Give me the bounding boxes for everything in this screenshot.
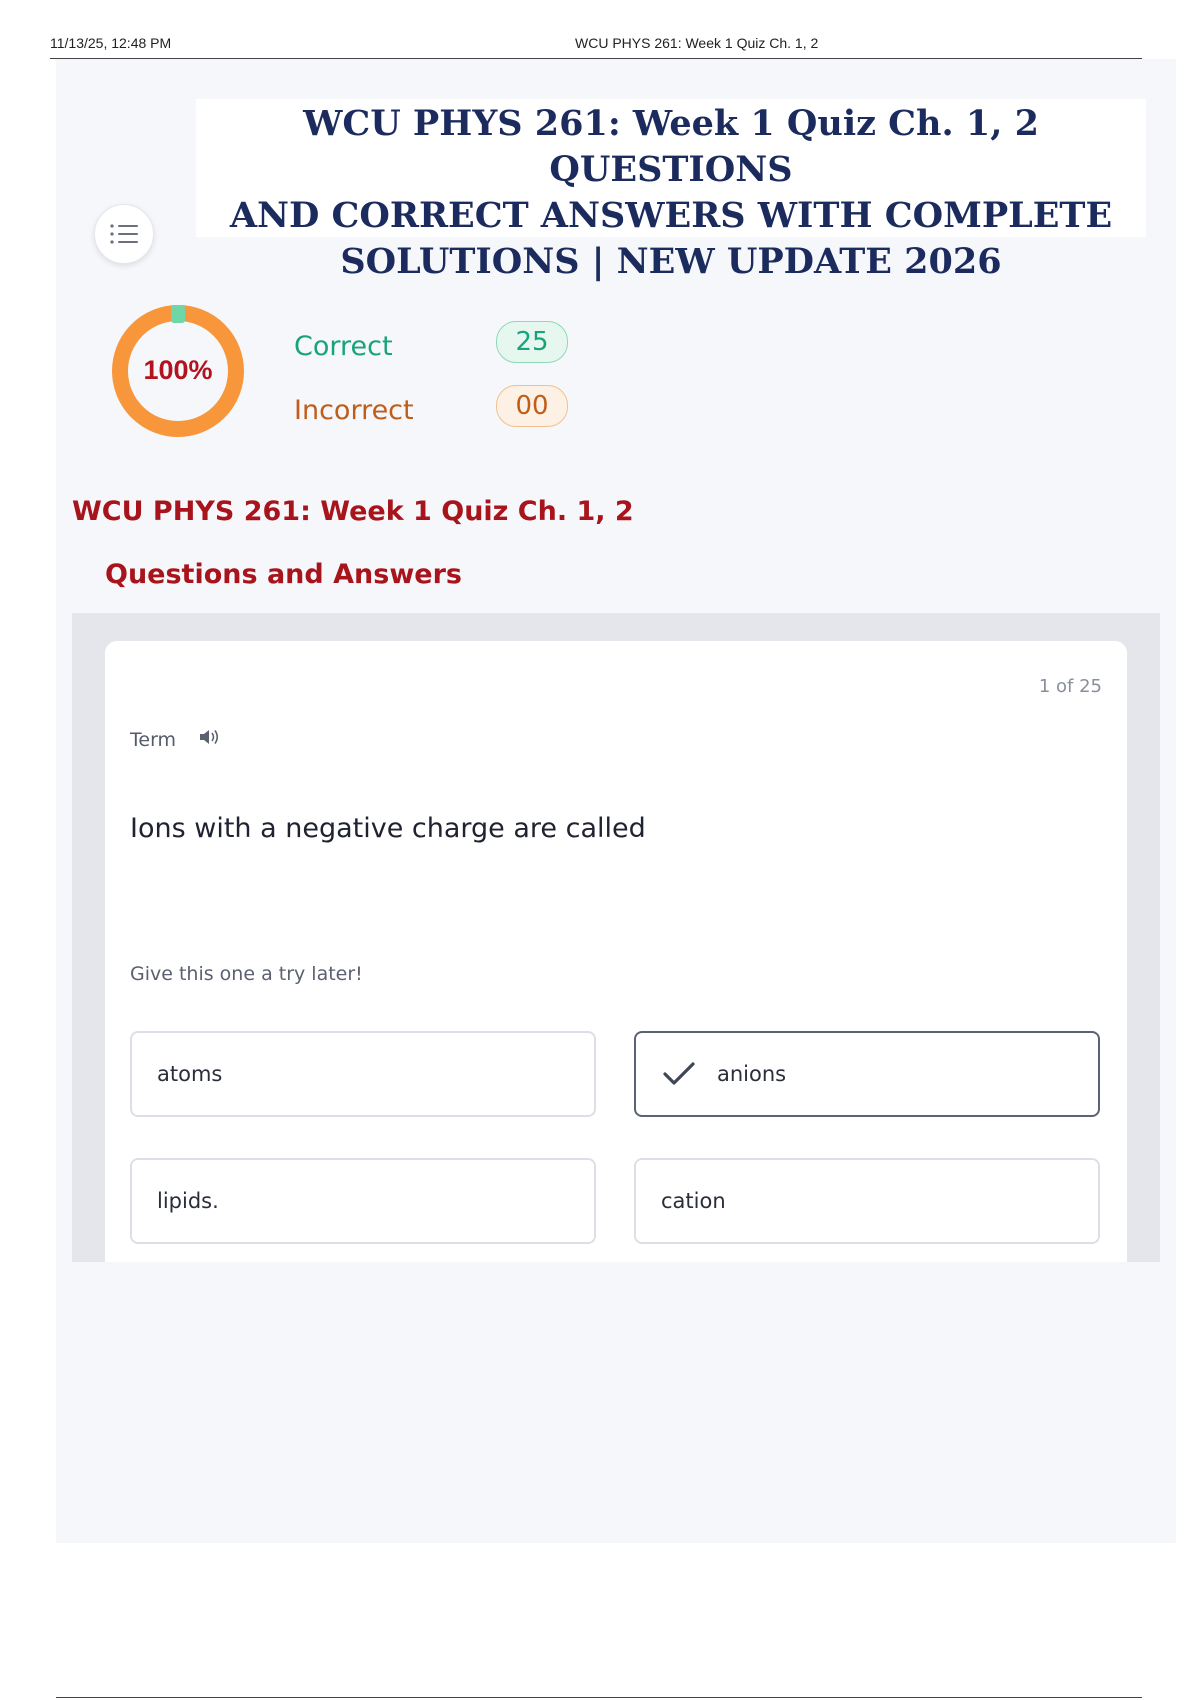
banner-line-2: AND CORRECT ANSWERS WITH COMPLETE bbox=[229, 195, 1113, 236]
quiz-title: WCU PHYS 261: Week 1 Quiz Ch. 1, 2 bbox=[72, 496, 634, 527]
question-card: 1 of 25 Term Ions with a negative charge… bbox=[105, 641, 1127, 1262]
answer-option-label: atoms bbox=[157, 1062, 223, 1086]
quiz-page: WCU PHYS 261: Week 1 Quiz Ch. 1, 2 QUEST… bbox=[56, 59, 1176, 1543]
list-icon bbox=[110, 224, 138, 244]
answer-option-atoms[interactable]: atoms bbox=[130, 1031, 596, 1117]
flashcard-area: 1 of 25 Term Ions with a negative charge… bbox=[72, 613, 1160, 1262]
print-footer-rule bbox=[56, 1697, 1142, 1698]
answer-option-lipids[interactable]: lipids. bbox=[130, 1158, 596, 1244]
hint-text: Give this one a try later! bbox=[130, 963, 363, 985]
answer-option-label: anions bbox=[717, 1062, 787, 1086]
print-title: WCU PHYS 261: Week 1 Quiz Ch. 1, 2 bbox=[575, 35, 819, 51]
print-datetime: 11/13/25, 12:48 PM bbox=[50, 35, 172, 51]
quiz-subtitle: Questions and Answers bbox=[105, 559, 462, 590]
correct-label: Correct bbox=[294, 331, 393, 362]
score-percent: 100% bbox=[143, 355, 213, 385]
term-label: Term bbox=[130, 729, 177, 751]
print-header: 11/13/25, 12:48 PM WCU PHYS 261: Week 1 … bbox=[50, 32, 1142, 59]
answer-option-cation[interactable]: cation bbox=[634, 1158, 1100, 1244]
banner-line-3: SOLUTIONS | NEW UPDATE 2026 bbox=[340, 241, 1002, 282]
checkmark-icon bbox=[663, 1062, 695, 1085]
incorrect-count-badge: 00 bbox=[496, 385, 568, 427]
banner-line-1: WCU PHYS 261: Week 1 Quiz Ch. 1, 2 QUEST… bbox=[303, 103, 1039, 190]
answer-option-anions[interactable]: anions bbox=[634, 1031, 1100, 1117]
answer-option-label: lipids. bbox=[157, 1189, 219, 1213]
page-banner: WCU PHYS 261: Week 1 Quiz Ch. 1, 2 QUEST… bbox=[196, 99, 1146, 282]
card-counter: 1 of 25 bbox=[1038, 676, 1102, 697]
question-text: Ions with a negative charge are called bbox=[130, 813, 646, 844]
answer-option-label: cation bbox=[661, 1189, 726, 1213]
correct-count-badge: 25 bbox=[496, 321, 568, 363]
menu-button[interactable] bbox=[94, 204, 154, 264]
score-ring-marker bbox=[171, 305, 185, 323]
speaker-icon[interactable] bbox=[198, 727, 220, 747]
incorrect-label: Incorrect bbox=[294, 395, 414, 426]
